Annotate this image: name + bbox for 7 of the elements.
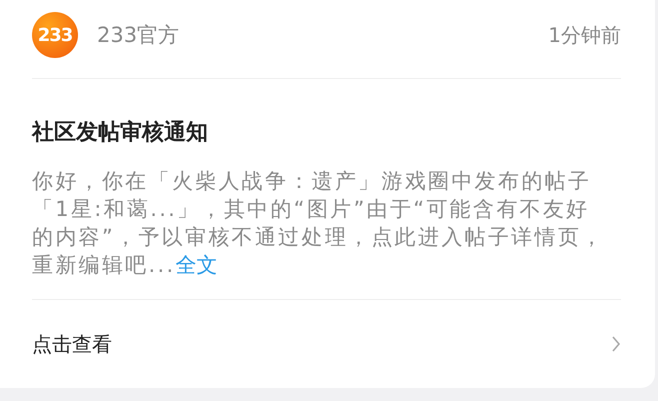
logo-badge: 233 xyxy=(32,12,78,58)
view-link[interactable]: 点击查看 xyxy=(32,330,112,358)
notice-title: 社区发帖审核通知 xyxy=(32,118,209,147)
sender-name: 233官方 xyxy=(97,22,180,49)
notice-body: 你好，你在「火柴人战争：遗产」游戏圈中发布的帖子「1星:和蔼...」，其中的“图片”由于“可能含有不友好的内容”，予以审核不通过处理，点此进入帖子详情页，重新编辑吧...全文 xyxy=(32,168,606,279)
chevron-right-icon[interactable] xyxy=(611,335,621,353)
timestamp: 1分钟前 xyxy=(548,22,621,48)
